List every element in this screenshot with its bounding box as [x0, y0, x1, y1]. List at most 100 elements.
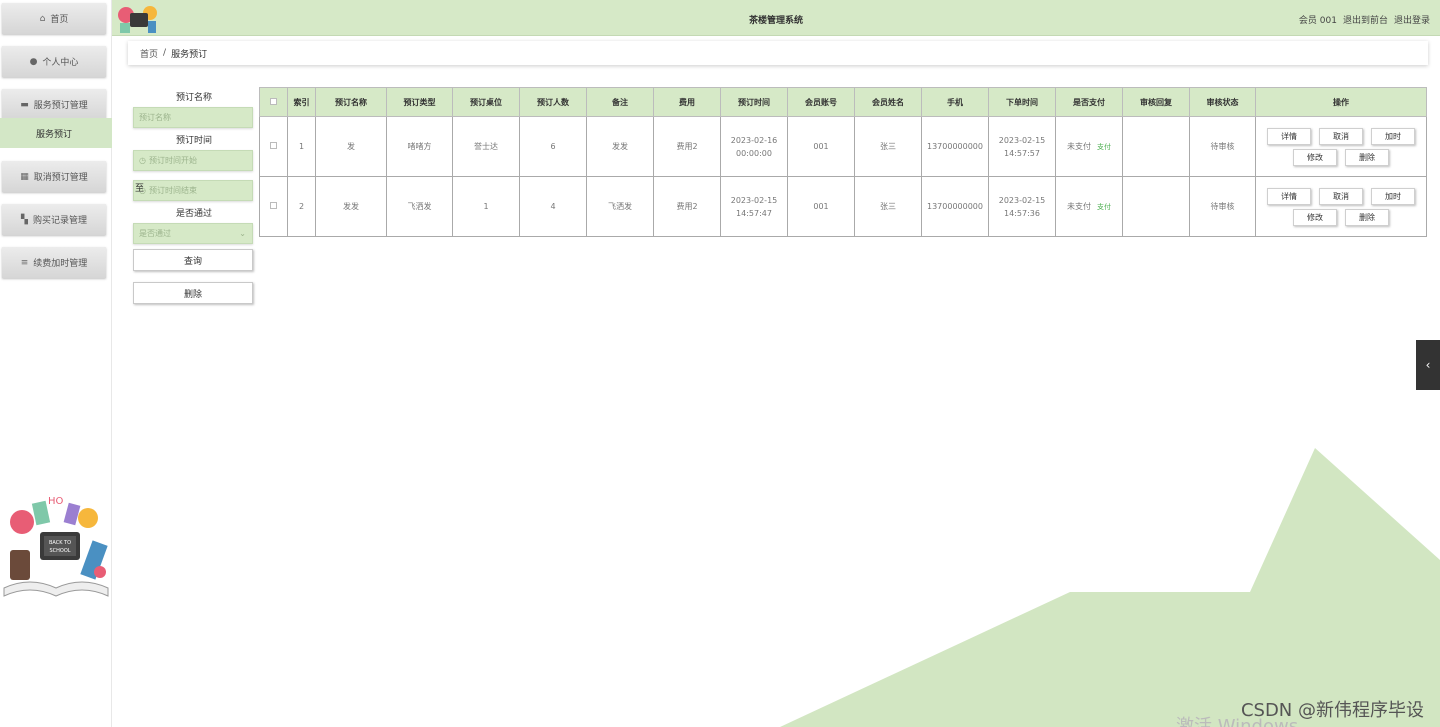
row-checkbox[interactable]	[270, 142, 277, 149]
sidebar-subitem-booking[interactable]: 服务预订	[0, 118, 112, 148]
column-header: 预订桌位	[452, 87, 520, 117]
cell-note: 发发	[586, 116, 654, 177]
cell-account: 001	[787, 116, 855, 177]
column-header: 预订时间	[720, 87, 788, 117]
svg-text:HO: HO	[48, 496, 64, 507]
sidebar-item-home[interactable]: ⌂ 首页	[2, 3, 106, 34]
cell-fee: 费用2	[653, 176, 721, 237]
sidebar-item-label: 个人中心	[42, 58, 79, 68]
collapse-tab[interactable]: ‹	[1416, 340, 1440, 390]
chevron-down-icon: ⌄	[239, 229, 246, 238]
booking-name-placeholder: 预订名称	[139, 113, 171, 122]
header-user-area: 会员 001 退出到前台 退出登录	[1299, 13, 1430, 26]
row-select-cell[interactable]	[259, 176, 288, 237]
column-header: 下单时间	[988, 87, 1056, 117]
detail-button[interactable]: 详情	[1267, 187, 1311, 205]
cell-ops: 详情 取消 加时 修改 删除	[1255, 116, 1427, 177]
pay-link[interactable]: 支付	[1097, 143, 1111, 151]
sidebar-item-purchase-manage[interactable]: ▚ 购买记录管理	[2, 204, 106, 235]
cell-note: 飞洒发	[586, 176, 654, 237]
column-header: 会员账号	[787, 87, 855, 117]
booking-time-start-input[interactable]: ◷ 预订时间开始	[133, 150, 253, 171]
cell-name: 发发	[315, 176, 387, 237]
cell-index: 1	[287, 116, 316, 177]
pass-select[interactable]: 是否通过 ⌄	[133, 223, 253, 244]
column-header: 审核状态	[1189, 87, 1256, 117]
row-select-cell[interactable]	[259, 116, 288, 177]
cell-order-time: 2023-02-15 14:57:36	[988, 176, 1056, 237]
front-link[interactable]: 退出到前台	[1343, 13, 1388, 26]
row-checkbox[interactable]	[270, 202, 277, 209]
detail-button[interactable]: 详情	[1267, 127, 1311, 145]
cell-paid: 未支付 支付	[1055, 116, 1123, 177]
svg-text:BACK TO: BACK TO	[49, 540, 71, 546]
select-all-header[interactable]	[259, 87, 288, 117]
cell-status: 待审核	[1189, 116, 1256, 177]
cell-index: 2	[287, 176, 316, 237]
breadcrumb: 首页 / 服务预订	[128, 41, 1428, 65]
cell-people: 6	[519, 116, 587, 177]
cell-status: 待审核	[1189, 176, 1256, 237]
csdn-watermark: CSDN @新伟程序毕设	[1240, 700, 1424, 721]
column-header: 是否支付	[1055, 87, 1123, 117]
select-all-checkbox[interactable]	[270, 97, 277, 105]
user-icon: ●	[29, 56, 38, 67]
cell-people: 4	[519, 176, 587, 237]
sidebar-item-label: 首页	[50, 15, 69, 25]
sidebar-item-label: 取消预订管理	[33, 173, 88, 183]
column-header: 操作	[1255, 87, 1427, 117]
booking-name-input[interactable]: 预订名称	[133, 107, 253, 128]
list-icon: ≡	[20, 257, 29, 268]
home-icon: ⌂	[39, 13, 46, 24]
query-button[interactable]: 查询	[133, 249, 253, 271]
delete-row-button[interactable]: 删除	[1345, 148, 1389, 166]
breadcrumb-current: 服务预订	[171, 49, 208, 60]
cell-ops: 详情 取消 加时 修改 删除	[1255, 176, 1427, 237]
svg-text:SCHOOL: SCHOOL	[49, 548, 70, 554]
cell-fee: 费用2	[653, 116, 721, 177]
cell-table: 1	[452, 176, 520, 237]
sidebar-item-profile[interactable]: ● 个人中心	[2, 46, 106, 77]
cancel-button[interactable]: 取消	[1319, 127, 1363, 145]
breadcrumb-home[interactable]: 首页	[140, 47, 158, 60]
edit-button[interactable]: 修改	[1293, 208, 1337, 226]
app-title: 茶楼管理系统	[748, 16, 803, 26]
paid-status: 未支付	[1067, 141, 1091, 151]
table-row: 2 发发 飞洒发 1 4 飞洒发 费用2 2023-02-15 14:57:47…	[259, 176, 1427, 237]
column-header: 备注	[586, 87, 654, 117]
search-panel: 预订名称 预订名称 预订时间 ◷ 预订时间开始 至 ◷ 预订时间结束 是否通过 …	[133, 90, 255, 304]
booking-table: 索引 预订名称 预订类型 预订桌位 预订人数 备注 费用 预订时间 会员账号 会…	[259, 87, 1427, 237]
sidebar-item-booking-manage[interactable]: ▬ 服务预订管理	[2, 89, 106, 120]
cell-account: 001	[787, 176, 855, 237]
sidebar-item-label: 服务预订管理	[33, 101, 88, 111]
breadcrumb-separator: /	[163, 48, 167, 58]
logout-link[interactable]: 退出登录	[1394, 13, 1430, 26]
sidebar-subitem-label: 服务预订	[36, 129, 73, 140]
extend-button[interactable]: 加时	[1371, 187, 1415, 205]
cell-table: 誉士达	[452, 116, 520, 177]
delete-row-button[interactable]: 删除	[1345, 208, 1389, 226]
cancel-button[interactable]: 取消	[1319, 187, 1363, 205]
pay-link[interactable]: 支付	[1097, 203, 1111, 211]
paid-status: 未支付	[1067, 201, 1091, 211]
sidebar-item-renew-manage[interactable]: ≡ 续费加时管理	[2, 247, 106, 278]
sidebar-item-label: 购买记录管理	[32, 216, 87, 226]
cell-member: 张三	[854, 116, 922, 177]
monitor-icon: ▬	[20, 99, 29, 110]
booking-time-end-input[interactable]: ◷ 预订时间结束	[133, 180, 253, 201]
back-to-school-illustration: BACK TO SCHOOL HO	[3, 496, 109, 597]
column-header: 审核回复	[1122, 87, 1190, 117]
sidebar-item-cancel-manage[interactable]: ▦ 取消预订管理	[2, 161, 106, 192]
user-label: 会员 001	[1298, 16, 1337, 26]
grid-icon: ▦	[20, 171, 29, 182]
edit-button[interactable]: 修改	[1293, 148, 1337, 166]
cell-type: 飞洒发	[386, 176, 453, 237]
sidebar-item-label: 续费加时管理	[33, 259, 88, 269]
column-header: 预订类型	[386, 87, 453, 117]
cell-phone: 13700000000	[921, 116, 989, 177]
cell-time: 2023-02-15 14:57:47	[720, 176, 788, 237]
delete-button[interactable]: 删除	[133, 282, 253, 304]
to-label: 至	[135, 184, 145, 194]
extend-button[interactable]: 加时	[1371, 127, 1415, 145]
booking-name-label: 预订名称	[175, 93, 212, 103]
